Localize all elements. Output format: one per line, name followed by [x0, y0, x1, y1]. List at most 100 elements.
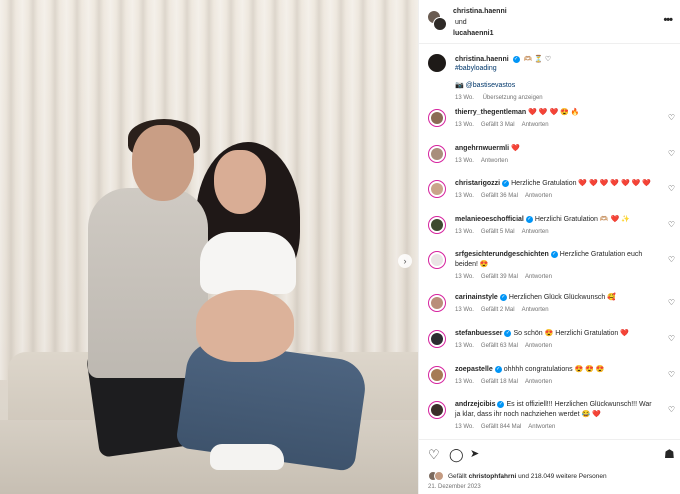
- mention-link[interactable]: @bastisevastos: [466, 82, 516, 89]
- avatar[interactable]: [428, 366, 446, 384]
- comment-body: melanieoeschofficial ✓ Herzlichi Gratulati…: [455, 215, 657, 225]
- comment-likes[interactable]: Gefällt 36 Mal: [481, 193, 518, 199]
- hashtag-link[interactable]: #babyloading: [455, 65, 497, 72]
- verified-icon: ✓: [512, 55, 520, 63]
- likes-user[interactable]: christophfahrni: [469, 473, 517, 480]
- comment-username[interactable]: christarigozzi: [455, 180, 500, 187]
- post-side-panel: christina.haenni und lucahaenni1 ••• chr…: [418, 0, 680, 494]
- comment-age: 13 Wo.: [455, 379, 474, 385]
- bookmark-icon[interactable]: ☗: [664, 448, 675, 461]
- avatar[interactable]: [433, 17, 447, 31]
- comment-item: christarigozzi ✓ Herzliche Gratulation ❤️ …: [419, 179, 680, 199]
- avatar[interactable]: [428, 251, 446, 269]
- comment-likes[interactable]: Gefällt 2 Mal: [481, 307, 515, 313]
- collab-avatars[interactable]: [427, 10, 447, 32]
- heart-icon[interactable]: ♡: [668, 149, 675, 158]
- comment-likes[interactable]: Gefällt 5 Mal: [481, 229, 515, 235]
- comment-item: srfgesichterundgeschichten ✓ Herzliche Gra…: [419, 250, 680, 280]
- reply-button[interactable]: Antworten: [481, 158, 508, 164]
- comment-text: Herzlichen Glück Glückwunsch 🥰: [508, 294, 616, 301]
- reply-button[interactable]: Antworten: [522, 122, 549, 128]
- comment-text: ❤️ ❤️ ❤️ 😍 🔥: [528, 109, 580, 116]
- comment-age: 13 Wo.: [455, 274, 474, 280]
- likes-prefix: Gefällt: [448, 472, 467, 480]
- avatar[interactable]: [428, 180, 446, 198]
- heart-icon[interactable]: ♡: [668, 184, 675, 193]
- comment-username[interactable]: angehrnwuermli: [455, 145, 509, 152]
- heart-icon[interactable]: ♡: [668, 113, 675, 122]
- reply-button[interactable]: Antworten: [525, 379, 552, 385]
- header-username-2[interactable]: lucahaenni1: [453, 30, 493, 37]
- comment-icon[interactable]: ◯: [449, 448, 464, 461]
- camera-emoji: 📷: [455, 82, 464, 89]
- heart-icon[interactable]: ♡: [668, 405, 675, 414]
- comment-username[interactable]: stefanbuesser: [455, 330, 502, 337]
- comment-body: zoepastelle ✓ ohhhh congratulations 😍 😍 😍: [455, 365, 657, 375]
- comment-item: angehrnwuermli ❤️ 13 Wo. Antworten ♡: [419, 144, 680, 164]
- caption-username[interactable]: christina.haenni: [455, 56, 509, 63]
- avatar: [434, 471, 444, 481]
- reply-button[interactable]: Antworten: [522, 307, 549, 313]
- verified-icon: ✓: [494, 365, 502, 373]
- verified-icon: ✓: [502, 179, 510, 187]
- comment-likes[interactable]: Gefällt 63 Mal: [481, 343, 518, 349]
- comment-item: thierry_thegentleman ❤️ ❤️ ❤️ 😍 🔥 13 Wo. G…: [419, 108, 680, 128]
- heart-icon[interactable]: ♡: [668, 255, 675, 264]
- comment-body: angehrnwuermli ❤️: [455, 144, 657, 154]
- avatar[interactable]: [428, 294, 446, 312]
- reply-button[interactable]: Antworten: [525, 343, 552, 349]
- comment-likes[interactable]: Gefällt 3 Mal: [481, 122, 515, 128]
- avatar[interactable]: [428, 54, 446, 72]
- comment-username[interactable]: thierry_thegentleman: [455, 109, 526, 116]
- heart-icon[interactable]: ♡: [668, 298, 675, 307]
- reply-button[interactable]: Antworten: [525, 193, 552, 199]
- comment-likes[interactable]: Gefällt 18 Mal: [481, 379, 518, 385]
- comment-username[interactable]: andrzejcibis: [455, 401, 495, 408]
- heart-icon[interactable]: ♡: [668, 220, 675, 229]
- verified-icon: ✓: [504, 329, 512, 337]
- post-photo[interactable]: ›: [0, 0, 418, 494]
- avatar[interactable]: [428, 216, 446, 234]
- comment-age: 13 Wo.: [455, 229, 474, 235]
- heart-icon[interactable]: ♡: [428, 448, 440, 461]
- comment-username[interactable]: srfgesichterundgeschichten: [455, 251, 549, 258]
- comment-age: 13 Wo.: [455, 193, 474, 199]
- comment-text: Herzlichi Gratulation 🫶🏼 ❤️ ✨: [534, 216, 630, 223]
- reply-button[interactable]: Antworten: [522, 229, 549, 235]
- comment-username[interactable]: zoepastelle: [455, 366, 493, 373]
- reply-button[interactable]: Antworten: [528, 424, 555, 430]
- avatar[interactable]: [428, 330, 446, 348]
- woman-belly: [196, 290, 294, 362]
- comment-body: thierry_thegentleman ❤️ ❤️ ❤️ 😍 🔥: [455, 108, 657, 118]
- post-header: christina.haenni und lucahaenni1 •••: [419, 0, 680, 44]
- comments-list[interactable]: christina.haenni ✓ 🫶🏼 ⏳ ♡ #babyloading 📷…: [419, 44, 680, 439]
- reply-button[interactable]: Antworten: [525, 274, 552, 280]
- header-username-1[interactable]: christina.haenni: [453, 8, 507, 15]
- woman-face: [214, 150, 266, 214]
- comment-username[interactable]: carinainstyle: [455, 294, 498, 301]
- share-icon[interactable]: ➤: [470, 448, 479, 461]
- comment-username[interactable]: melanieoeschofficial: [455, 216, 524, 223]
- comment-likes[interactable]: Gefällt 844 Mal: [481, 424, 521, 430]
- verified-icon: ✓: [550, 250, 558, 258]
- comment-item: andrzejcibis ✓ Es ist offiziell!!! Herzlic…: [419, 400, 680, 430]
- comment-likes[interactable]: Gefällt 39 Mal: [481, 274, 518, 280]
- more-icon[interactable]: •••: [663, 14, 673, 26]
- avatar[interactable]: [428, 109, 446, 127]
- caption-age: 13 Wo.: [455, 95, 474, 101]
- comment-age: 13 Wo.: [455, 122, 474, 128]
- comment-item: zoepastelle ✓ ohhhh congratulations 😍 😍 😍 1…: [419, 365, 680, 385]
- comment-item: carinainstyle ✓ Herzlichen Glück Glückwuns…: [419, 293, 680, 313]
- avatar[interactable]: [428, 145, 446, 163]
- heart-icon[interactable]: ♡: [668, 334, 675, 343]
- chevron-right-icon[interactable]: ›: [398, 254, 412, 268]
- likes-summary[interactable]: Gefällt christophfahrni und 218.049 weit…: [428, 470, 607, 482]
- likes-suffix[interactable]: und 218.049 weitere Personen: [518, 473, 607, 480]
- heart-icon[interactable]: ♡: [668, 370, 675, 379]
- comment-age: 13 Wo.: [455, 343, 474, 349]
- comment-text: So schön 😍 Herzlichi Gratulation ❤️: [513, 330, 629, 337]
- avatar[interactable]: [428, 401, 446, 419]
- comment-body: carinainstyle ✓ Herzlichen Glück Glückwuns…: [455, 293, 657, 303]
- comment-text: ❤️: [511, 145, 520, 152]
- translate-link[interactable]: Übersetzung anzeigen: [483, 95, 543, 101]
